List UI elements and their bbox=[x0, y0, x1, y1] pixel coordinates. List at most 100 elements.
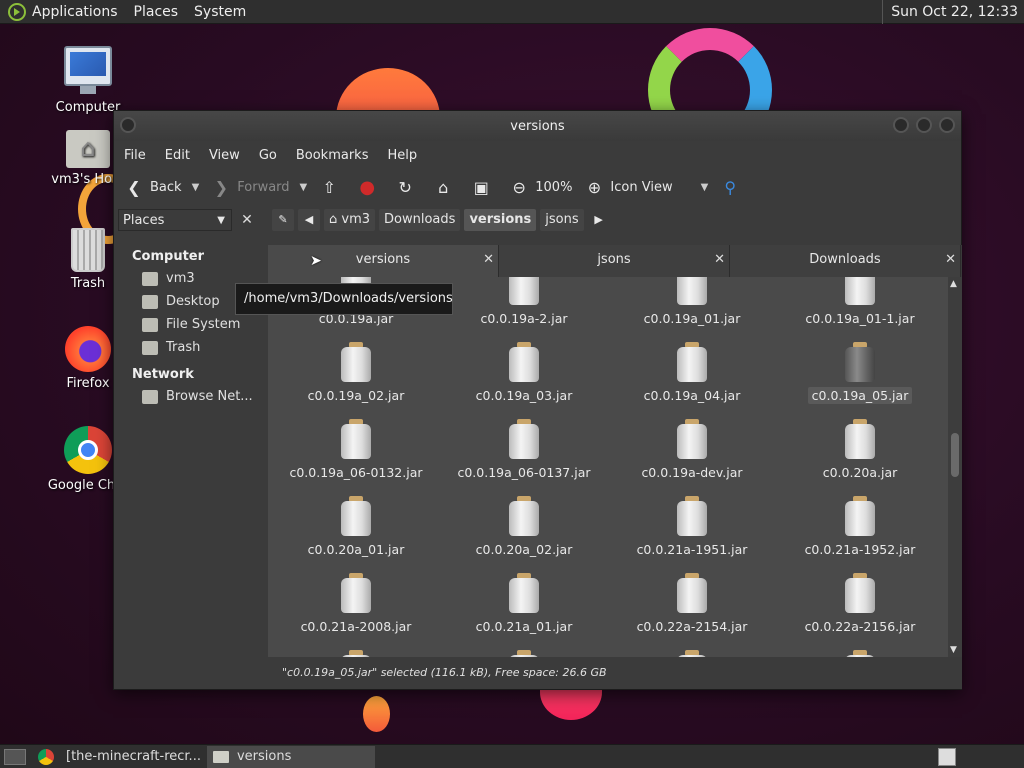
file-item[interactable]: c0.0.19a-dev.jar bbox=[608, 419, 776, 480]
view-mode-dropdown-icon[interactable]: ▼ bbox=[701, 182, 709, 193]
reload-button[interactable]: ↻ bbox=[395, 177, 421, 197]
menu-applications[interactable]: Applications bbox=[32, 4, 118, 20]
menu-go[interactable]: Go bbox=[259, 148, 277, 163]
file-item[interactable]: c0.0.19a_01-1.jar bbox=[776, 277, 944, 326]
sidebar-item-file-system[interactable]: File System bbox=[118, 313, 266, 336]
jar-file-icon bbox=[677, 342, 707, 382]
file-item-partial[interactable] bbox=[440, 650, 608, 657]
close-tab-icon[interactable]: ✕ bbox=[945, 245, 956, 275]
file-item[interactable]: c0.0.21a_01.jar bbox=[440, 573, 608, 634]
menu-places[interactable]: Places bbox=[134, 4, 179, 20]
close-sidebar-icon[interactable]: ✕ bbox=[238, 211, 256, 229]
file-item[interactable]: c0.0.20a_02.jar bbox=[440, 496, 608, 557]
desktop-folder-icon bbox=[142, 294, 158, 309]
tab-versions[interactable]: versions ✕ bbox=[268, 245, 499, 277]
file-item[interactable]: c0.0.19a_04.jar bbox=[608, 342, 776, 403]
sidebar-item-browse-network[interactable]: Browse Net... bbox=[118, 385, 266, 408]
jar-file-icon bbox=[509, 496, 539, 536]
scroll-down-icon[interactable]: ▼ bbox=[950, 645, 957, 655]
desktop-icon-computer[interactable]: Computer bbox=[38, 46, 138, 115]
stop-button[interactable]: ● bbox=[357, 177, 383, 198]
distro-logo-icon[interactable] bbox=[8, 2, 26, 21]
chrome-launcher-icon[interactable] bbox=[38, 748, 54, 765]
jar-file-icon bbox=[677, 419, 707, 459]
zoom-out-button[interactable]: ⊖ 100% bbox=[509, 177, 573, 197]
breadcrumb-vm3[interactable]: ⌂ vm3 bbox=[324, 209, 376, 231]
workspace-switcher[interactable] bbox=[938, 748, 956, 766]
file-item[interactable]: c0.0.20a_01.jar bbox=[272, 496, 440, 557]
back-label: Back bbox=[150, 179, 182, 195]
file-item[interactable]: c0.0.19a_03.jar bbox=[440, 342, 608, 403]
up-button[interactable]: ⇧ bbox=[319, 177, 345, 197]
back-button[interactable]: ❮ Back ▼ bbox=[124, 177, 199, 197]
file-item-partial[interactable] bbox=[608, 650, 776, 657]
minimize-button[interactable] bbox=[893, 117, 909, 133]
vertical-scrollbar[interactable]: ▲ ▼ bbox=[948, 277, 962, 657]
scrollbar-thumb[interactable] bbox=[951, 433, 959, 477]
toolbar: ❮ Back ▼ ❯ Forward ▼ ⇧ ● ↻ ⌂ ▣ ⊖ 100% ⊕ bbox=[114, 169, 961, 205]
file-item[interactable]: c0.0.19a_05.jar bbox=[776, 342, 944, 404]
wallpaper-shape-small bbox=[363, 696, 390, 732]
breadcrumb-downloads[interactable]: Downloads bbox=[379, 209, 461, 231]
breadcrumb-versions[interactable]: versions bbox=[464, 209, 537, 231]
file-item[interactable]: c0.0.19a_02.jar bbox=[272, 342, 440, 403]
file-item-partial[interactable] bbox=[776, 650, 944, 657]
file-item[interactable]: c0.0.19a_06-0137.jar bbox=[440, 419, 608, 480]
sidebar-item-trash[interactable]: Trash bbox=[118, 336, 266, 359]
breadcrumb-left-arrow-icon[interactable]: ◀ bbox=[298, 209, 320, 231]
taskbar-item-versions[interactable]: versions bbox=[206, 745, 375, 768]
menu-file[interactable]: File bbox=[124, 148, 146, 163]
zoom-level: 100% bbox=[535, 179, 573, 195]
breadcrumb: ✎ ◀ ⌂ vm3 Downloads versions jsons ▶ bbox=[272, 209, 614, 231]
file-grid: c0.0.19a.jar c0.0.19a-2.jar c0.0.19a_01.ja… bbox=[268, 277, 948, 657]
forward-label: Forward bbox=[237, 179, 290, 195]
forward-button[interactable]: ❯ Forward ▼ bbox=[211, 177, 308, 197]
show-desktop-icon[interactable] bbox=[4, 748, 26, 765]
menu-view[interactable]: View bbox=[209, 148, 240, 163]
menu-edit[interactable]: Edit bbox=[165, 148, 190, 163]
scroll-up-icon[interactable]: ▲ bbox=[950, 279, 957, 289]
view-mode-select[interactable]: Icon View bbox=[610, 180, 672, 195]
menu-help[interactable]: Help bbox=[387, 148, 417, 163]
search-button[interactable]: ⚲ bbox=[720, 177, 746, 197]
menu-system[interactable]: System bbox=[194, 4, 246, 20]
computer-button[interactable]: ▣ bbox=[471, 177, 497, 197]
taskbar-item-terminal[interactable]: [the-minecraft-recr... bbox=[60, 746, 207, 768]
close-button[interactable] bbox=[939, 117, 955, 133]
file-item[interactable]: c0.0.21a-2008.jar bbox=[272, 573, 440, 634]
sidebar-places-select[interactable]: Places ▼ bbox=[118, 209, 232, 231]
edit-location-icon[interactable]: ✎ bbox=[272, 209, 294, 231]
menubar: File Edit View Go Bookmarks Help bbox=[114, 141, 961, 169]
sidebar-item-label: Trash bbox=[166, 340, 201, 355]
file-item[interactable]: c0.0.19a_06-0132.jar bbox=[272, 419, 440, 480]
file-item[interactable]: c0.0.22a-2154.jar bbox=[608, 573, 776, 634]
file-name: c0.0.21a-2008.jar bbox=[300, 619, 412, 634]
file-name: c0.0.20a_02.jar bbox=[475, 542, 573, 557]
sidebar-heading-computer: Computer bbox=[132, 249, 205, 264]
file-item[interactable]: c0.0.19a_01.jar bbox=[608, 277, 776, 326]
jar-file-icon bbox=[509, 650, 539, 657]
forward-history-dropdown-icon[interactable]: ▼ bbox=[300, 182, 308, 193]
close-tab-icon[interactable]: ✕ bbox=[714, 245, 725, 275]
home-button[interactable]: ⌂ bbox=[433, 177, 459, 197]
zoom-in-button[interactable]: ⊕ Icon View ▼ bbox=[584, 177, 709, 197]
tab-label: jsons bbox=[597, 252, 631, 267]
window-titlebar[interactable]: versions bbox=[114, 111, 961, 141]
file-item-partial[interactable] bbox=[272, 650, 440, 657]
jar-file-icon bbox=[845, 277, 875, 305]
close-tab-icon[interactable]: ✕ bbox=[483, 245, 494, 275]
file-item[interactable]: c0.0.22a-2156.jar bbox=[776, 573, 944, 634]
maximize-button[interactable] bbox=[916, 117, 932, 133]
folder-icon bbox=[212, 750, 229, 763]
breadcrumb-jsons[interactable]: jsons bbox=[540, 209, 584, 231]
file-item[interactable]: c0.0.21a-1952.jar bbox=[776, 496, 944, 557]
panel-clock[interactable]: Sun Oct 22, 12:33 bbox=[882, 0, 1024, 24]
back-history-dropdown-icon[interactable]: ▼ bbox=[192, 182, 200, 193]
file-item[interactable]: c0.0.21a-1951.jar bbox=[608, 496, 776, 557]
tab-downloads[interactable]: Downloads ✕ bbox=[730, 245, 961, 277]
file-item[interactable]: c0.0.19a-2.jar bbox=[440, 277, 608, 326]
breadcrumb-right-arrow-icon[interactable]: ▶ bbox=[588, 209, 610, 231]
menu-bookmarks[interactable]: Bookmarks bbox=[296, 148, 369, 163]
tab-jsons[interactable]: jsons ✕ bbox=[499, 245, 730, 277]
file-item[interactable]: c0.0.20a.jar bbox=[776, 419, 944, 480]
